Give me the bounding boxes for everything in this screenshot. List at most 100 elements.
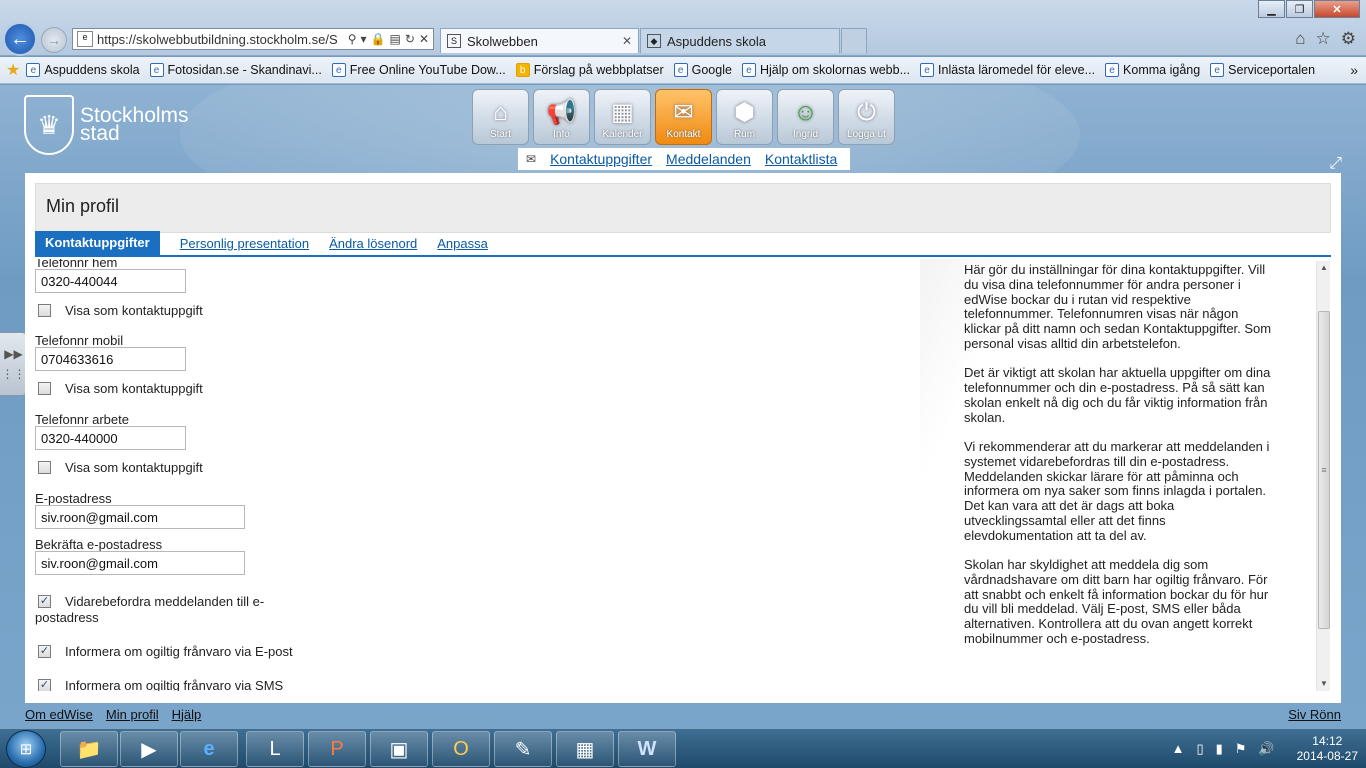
email-input[interactable] bbox=[35, 505, 245, 529]
favorite-link[interactable]: e Aspuddens skola bbox=[26, 63, 140, 77]
start-button[interactable]: ⊞ bbox=[6, 730, 46, 768]
outlook-icon: O bbox=[453, 737, 469, 760]
favorites-star-icon[interactable]: ☆ bbox=[1316, 29, 1331, 49]
browser-tools: ⌂ ☆ ⚙ bbox=[1295, 29, 1356, 49]
close-window-button[interactable]: ✕ bbox=[1314, 0, 1360, 18]
word-icon: W bbox=[637, 737, 657, 760]
subnav-kontaktlista[interactable]: Kontaktlista bbox=[765, 151, 837, 167]
stop-icon[interactable]: ✕ bbox=[419, 32, 429, 46]
favorite-link[interactable]: e Inlästa läromedel för eleve... bbox=[920, 63, 1095, 77]
side-panel-handle[interactable]: ▶▶ ⋮⋮ bbox=[0, 332, 28, 396]
scroll-up-arrow-icon[interactable]: ▲ bbox=[1317, 261, 1331, 275]
phone-work-input[interactable] bbox=[35, 426, 186, 450]
nav-rum[interactable]: ⬢ Rum bbox=[716, 89, 773, 145]
phone-mobile-input[interactable] bbox=[35, 347, 186, 371]
nav-kalender[interactable]: ▦ Kalender bbox=[594, 89, 651, 145]
cube-icon: ⬢ bbox=[734, 99, 755, 126]
footer-link-min-profil[interactable]: Min profil bbox=[106, 707, 159, 722]
taskbar-control-panel[interactable]: ▣ bbox=[370, 731, 428, 767]
taskbar-powerpoint[interactable]: P bbox=[308, 731, 366, 767]
power-icon: ⏻ bbox=[857, 99, 876, 126]
volume-icon[interactable]: 🔊 bbox=[1258, 741, 1274, 757]
tray-expand-icon[interactable]: ▲ bbox=[1172, 741, 1185, 757]
absence-sms-checkbox[interactable]: ✓ bbox=[38, 679, 51, 691]
taskbar-media-player[interactable]: ▶ bbox=[120, 731, 178, 767]
flag-icon[interactable]: ⚑ bbox=[1235, 741, 1247, 757]
powerpoint-icon: P bbox=[330, 737, 344, 760]
settings-gear-icon[interactable]: ⚙ bbox=[1341, 29, 1356, 49]
favorite-link[interactable]: e Fotosidan.se - Skandinavi... bbox=[149, 63, 322, 77]
clock[interactable]: 14:12 2014-08-27 bbox=[1297, 734, 1358, 764]
favorite-link[interactable]: e Google bbox=[673, 63, 732, 77]
ie-page-icon: e bbox=[1105, 63, 1120, 77]
favorite-link[interactable]: b Förslag på webbplatser bbox=[515, 63, 664, 77]
media-player-icon: ▶ bbox=[141, 738, 157, 761]
content-scrollbar[interactable]: ▲ ≡ ▼ bbox=[1316, 261, 1330, 691]
taskbar-outlook[interactable]: O bbox=[432, 731, 490, 767]
dropdown-icon[interactable]: ▾ bbox=[361, 32, 367, 46]
subnav-meddelanden[interactable]: Meddelanden bbox=[666, 151, 751, 167]
tab-andra-losenord[interactable]: Ändra lösenord bbox=[329, 233, 417, 255]
window-controls: ▁ ❐ ✕ bbox=[1257, 0, 1360, 18]
tab-anpassa[interactable]: Anpassa bbox=[437, 233, 488, 255]
lock-icon[interactable]: 🔒 bbox=[371, 32, 386, 46]
forward-checkbox[interactable]: ✓ bbox=[38, 595, 51, 608]
browser-tab-skolwebben[interactable]: S Skolwebben ✕ bbox=[440, 28, 639, 53]
windows-taskbar: ⊞ 📁 ▶ e L P ▣ O ✎ ▦ W ▲ ▯ ▮ ⚑ 🔊 14:12 20… bbox=[0, 728, 1366, 768]
footer-link-om-edwise[interactable]: Om edWise bbox=[25, 707, 93, 722]
nav-logga-ut[interactable]: ⏻ Logga ut bbox=[838, 89, 895, 145]
taskbar-notes[interactable]: ✎ bbox=[494, 731, 552, 767]
show-work-checkbox[interactable] bbox=[38, 461, 51, 474]
show-work-label: Visa som kontaktuppgift bbox=[65, 460, 203, 475]
tab-close-icon[interactable]: ✕ bbox=[622, 34, 632, 48]
show-mobile-checkbox[interactable] bbox=[38, 382, 51, 395]
taskbar-word[interactable]: W bbox=[618, 731, 676, 767]
search-icon[interactable]: ⚲ bbox=[348, 32, 357, 46]
address-url[interactable]: https://skolwebbutbildning.stockholm.se/… bbox=[97, 32, 337, 47]
maximize-button[interactable]: ❐ bbox=[1286, 0, 1313, 18]
back-button[interactable]: ← bbox=[3, 22, 37, 56]
favorite-link[interactable]: e Free Online YouTube Dow... bbox=[331, 63, 506, 77]
absence-email-checkbox[interactable]: ✓ bbox=[38, 645, 51, 658]
refresh-icon[interactable]: ↻ bbox=[405, 32, 415, 46]
footer-link-hjalp[interactable]: Hjälp bbox=[172, 707, 202, 722]
nav-start[interactable]: ⌂ Start bbox=[472, 89, 529, 145]
folder-icon: 📁 bbox=[76, 738, 102, 761]
nav-kontakt[interactable]: ✉ Kontakt bbox=[655, 89, 712, 145]
show-home-checkbox[interactable] bbox=[38, 304, 51, 317]
compat-view-icon[interactable]: ▤ bbox=[390, 32, 401, 46]
help-paragraph: Vi rekommenderar att du markerar att med… bbox=[964, 438, 1270, 543]
forward-button[interactable]: → bbox=[41, 27, 67, 53]
taskbar-calculator[interactable]: ▦ bbox=[556, 731, 614, 767]
footer-user-link[interactable]: Siv Rönn bbox=[1288, 707, 1341, 722]
taskbar-internet-explorer[interactable]: e bbox=[180, 731, 238, 767]
network-signal-icon[interactable]: ▮ bbox=[1216, 741, 1223, 757]
expand-icon[interactable]: ⤢ bbox=[1329, 155, 1342, 173]
favorite-link[interactable]: e Serviceportalen bbox=[1210, 63, 1315, 77]
show-home-label: Visa som kontaktuppgift bbox=[65, 303, 203, 318]
new-tab-button[interactable] bbox=[841, 28, 867, 53]
scroll-down-arrow-icon[interactable]: ▼ bbox=[1317, 677, 1331, 691]
taskbar-lync[interactable]: L bbox=[246, 731, 304, 767]
chevron-more-icon[interactable]: » bbox=[1350, 62, 1358, 78]
email-confirm-input[interactable] bbox=[35, 551, 245, 575]
address-bar[interactable]: e https://skolwebbutbildning.stockholm.s… bbox=[72, 28, 434, 50]
subnav-kontaktuppgifter[interactable]: Kontaktuppgifter bbox=[550, 151, 652, 167]
phone-home-input[interactable] bbox=[35, 269, 186, 293]
favorite-link[interactable]: e Hjälp om skolornas webb... bbox=[741, 63, 910, 77]
stockholms-stad-logo[interactable]: ♛ Stockholms stad bbox=[24, 95, 189, 155]
device-icon[interactable]: ▯ bbox=[1196, 741, 1203, 757]
minimize-button[interactable]: ▁ bbox=[1258, 0, 1285, 18]
nav-ingrid[interactable]: ☺ Ingrid bbox=[777, 89, 834, 145]
favorites-star-icon[interactable]: ★ bbox=[6, 60, 20, 80]
browser-tab-aspuddens[interactable]: ◆ Aspuddens skola bbox=[640, 28, 840, 53]
page-footer: Om edWise Min profil Hjälp Siv Rönn bbox=[25, 703, 1341, 725]
tab-kontaktuppgifter[interactable]: Kontaktuppgifter bbox=[35, 231, 160, 255]
home-icon[interactable]: ⌂ bbox=[1295, 29, 1305, 49]
tab-personlig-presentation[interactable]: Personlig presentation bbox=[180, 233, 309, 255]
main-navigation: ⌂ Start 📢 Info ▦ Kalender ✉ Kontakt ⬢ Rum ☺ In… bbox=[472, 89, 895, 145]
favorite-link[interactable]: e Komma igång bbox=[1105, 63, 1200, 77]
taskbar-explorer[interactable]: 📁 bbox=[60, 731, 118, 767]
scroll-thumb[interactable]: ≡ bbox=[1318, 311, 1330, 629]
nav-info[interactable]: 📢 Info bbox=[533, 89, 590, 145]
